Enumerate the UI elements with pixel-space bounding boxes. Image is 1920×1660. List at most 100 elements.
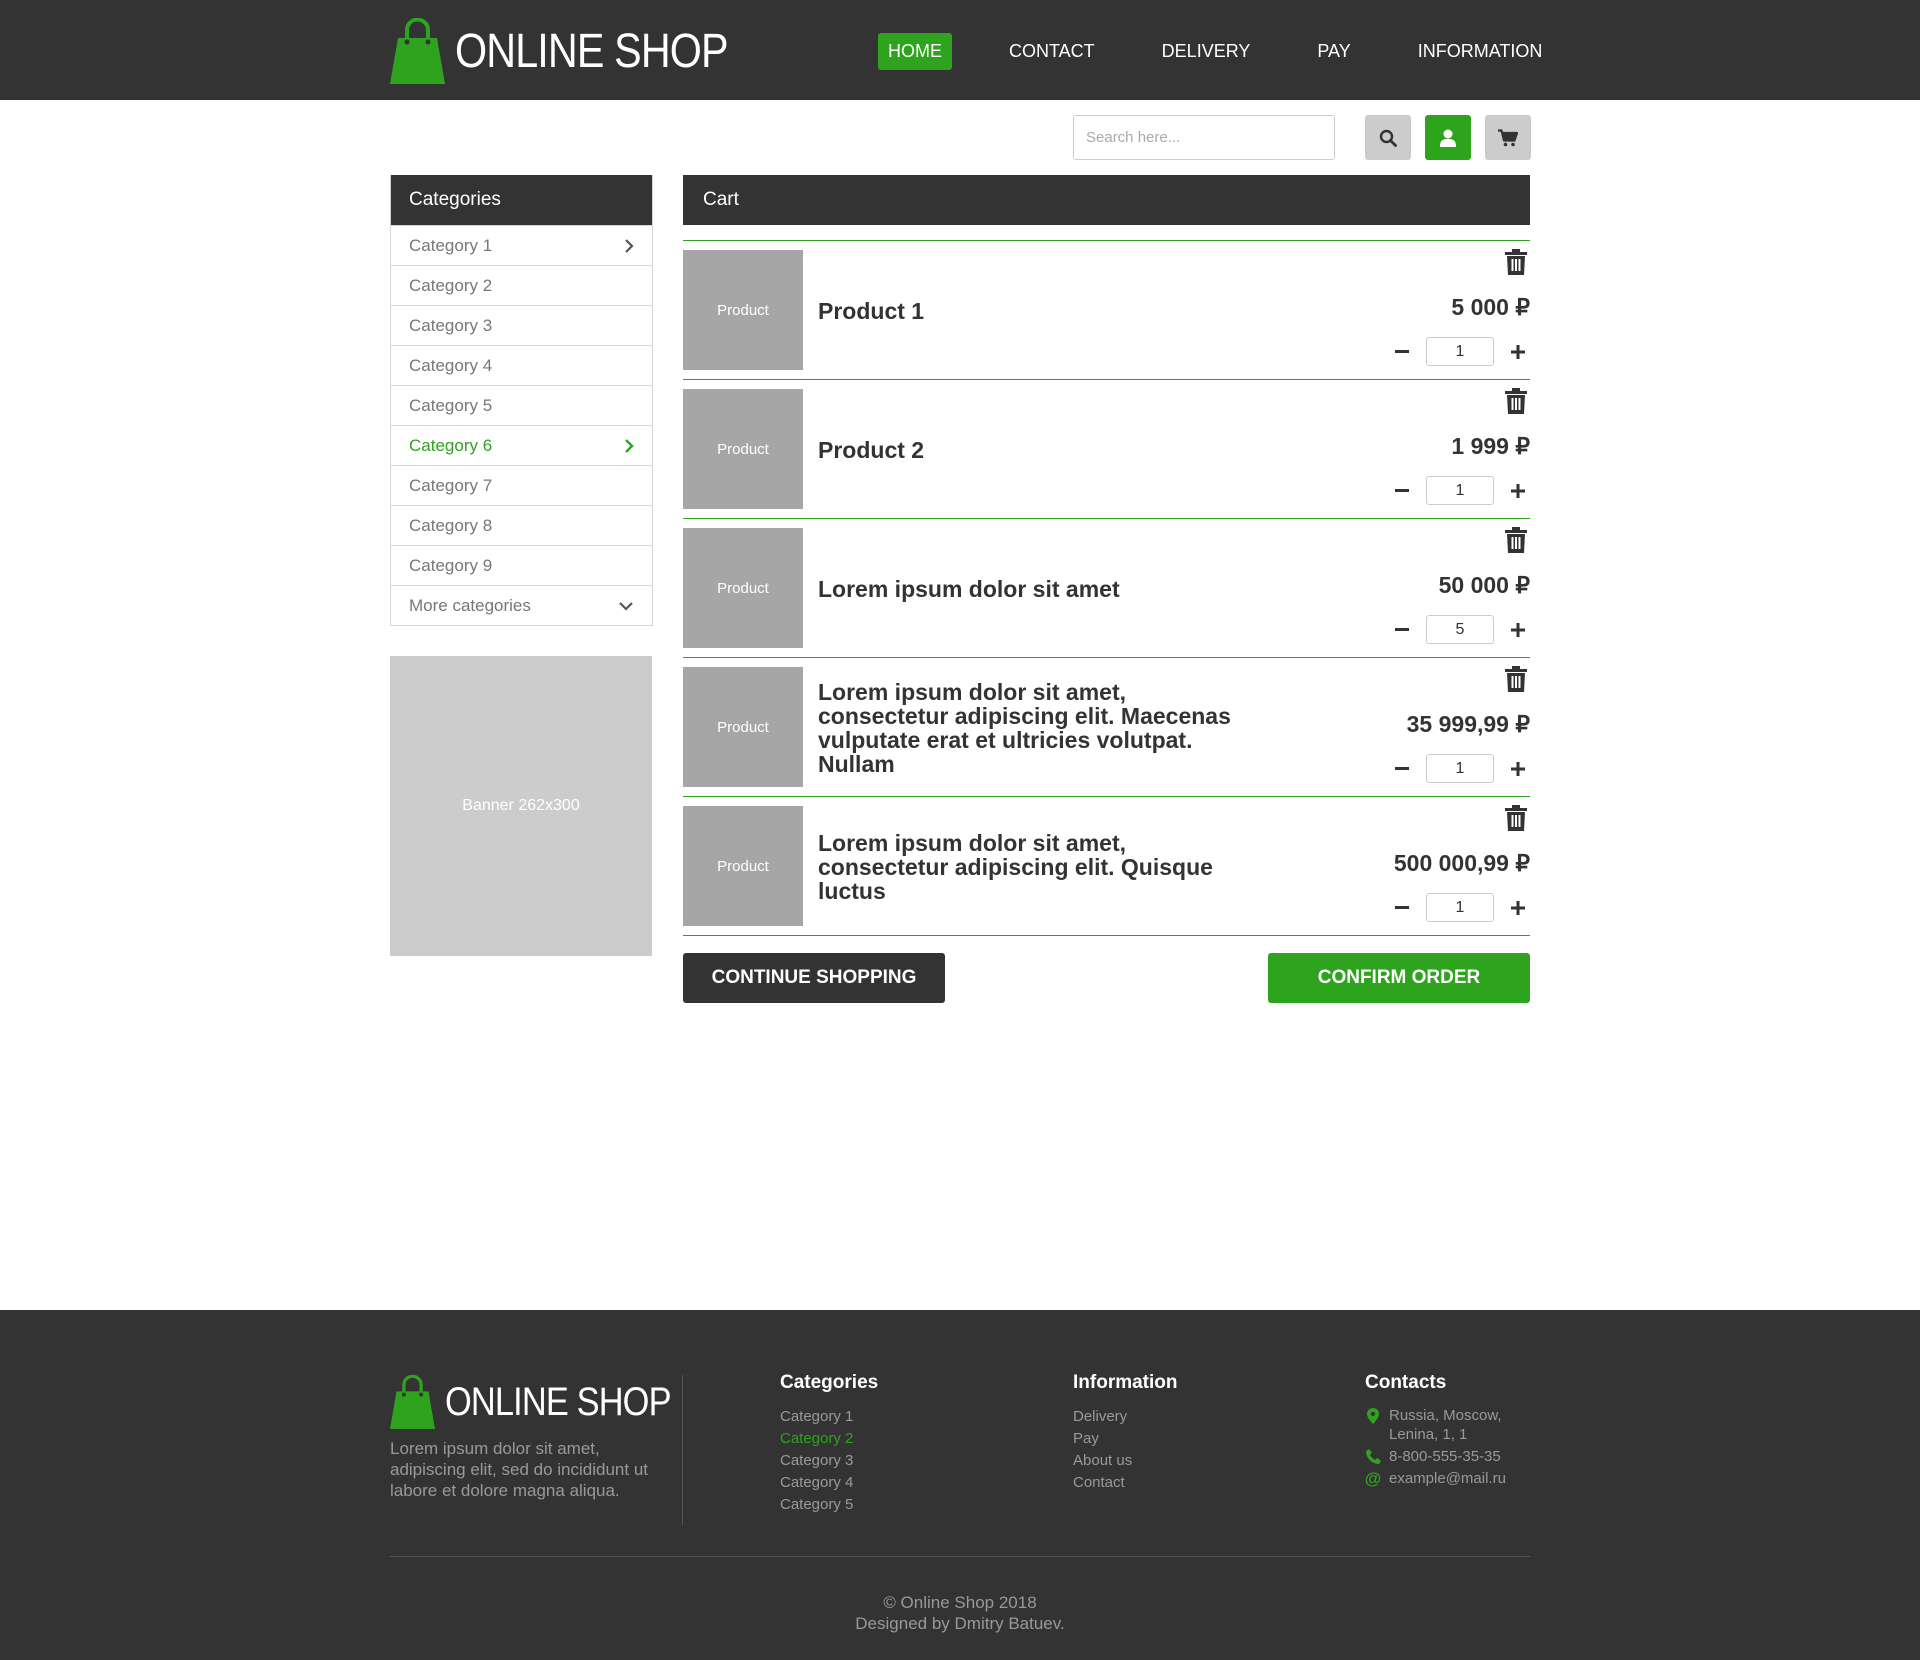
quantity-input[interactable] bbox=[1426, 476, 1494, 505]
decrease-quantity-button[interactable] bbox=[1390, 757, 1414, 781]
category-label: Category 7 bbox=[409, 475, 493, 495]
product-thumbnail[interactable]: Product bbox=[683, 528, 803, 648]
cart-item: Product Lorem ipsum dolor sit amet, cons… bbox=[683, 658, 1530, 797]
cart-item: Product Product 1 5 000 ₽ bbox=[683, 241, 1530, 380]
confirm-order-button[interactable]: CONFIRM ORDER bbox=[1268, 953, 1530, 1003]
footer-contacts-title: Contacts bbox=[1365, 1372, 1447, 1393]
plus-icon bbox=[1511, 761, 1525, 776]
shopping-bag-icon bbox=[390, 1375, 435, 1429]
more-categories[interactable]: More categories bbox=[391, 585, 652, 625]
decrease-quantity-button[interactable] bbox=[1390, 618, 1414, 642]
quantity-stepper bbox=[1390, 754, 1530, 783]
footer-category-link[interactable]: Category 5 bbox=[780, 1494, 878, 1516]
trash-icon[interactable] bbox=[1504, 249, 1528, 275]
cart-item: Product Lorem ipsum dolor sit amet 50 00… bbox=[683, 519, 1530, 658]
product-price: 1 999 ₽ bbox=[1451, 433, 1530, 459]
footer-logo[interactable]: ONLINE SHOP bbox=[390, 1375, 707, 1429]
footer-category-link[interactable]: Category 4 bbox=[780, 1472, 878, 1494]
nav-information[interactable]: INFORMATION bbox=[1408, 33, 1553, 70]
category-item[interactable]: Category 9 bbox=[391, 545, 652, 585]
quantity-input[interactable] bbox=[1426, 893, 1494, 922]
plus-icon bbox=[1511, 483, 1525, 498]
more-categories-label: More categories bbox=[409, 595, 531, 615]
cart-item: Product Product 2 1 999 ₽ bbox=[683, 380, 1530, 519]
quantity-input[interactable] bbox=[1426, 615, 1494, 644]
footer-info-link[interactable]: Pay bbox=[1073, 1428, 1178, 1450]
footer-info-link[interactable]: Contact bbox=[1073, 1472, 1178, 1494]
footer-category-link[interactable]: Category 1 bbox=[780, 1406, 878, 1428]
decrease-quantity-button[interactable] bbox=[1390, 340, 1414, 364]
banner[interactable]: Banner 262x300 bbox=[390, 656, 652, 956]
category-item[interactable]: Category 4 bbox=[391, 345, 652, 385]
product-price: 50 000 ₽ bbox=[1438, 572, 1530, 598]
user-icon bbox=[1440, 129, 1456, 147]
category-label: Category 9 bbox=[409, 555, 493, 575]
continue-shopping-button[interactable]: CONTINUE SHOPPING bbox=[683, 953, 945, 1003]
search-button[interactable] bbox=[1365, 115, 1411, 160]
category-item[interactable]: Category 5 bbox=[391, 385, 652, 425]
search-icon bbox=[1379, 129, 1397, 147]
trash-icon[interactable] bbox=[1504, 388, 1528, 414]
cart-icon bbox=[1498, 128, 1518, 146]
categories-title: Categories bbox=[391, 175, 652, 225]
nav-contact[interactable]: CONTACT bbox=[999, 33, 1105, 70]
main-nav: HOME CONTACT DELIVERY PAY INFORMATION bbox=[878, 33, 1552, 70]
cart-button[interactable] bbox=[1485, 115, 1531, 160]
product-thumbnail[interactable]: Product bbox=[683, 250, 803, 370]
contact-email[interactable]: @ example@mail.ru bbox=[1365, 1469, 1506, 1488]
category-label: Category 6 bbox=[409, 435, 493, 455]
increase-quantity-button[interactable] bbox=[1506, 757, 1530, 781]
category-item[interactable]: Category 1 bbox=[391, 225, 652, 265]
trash-icon[interactable] bbox=[1504, 805, 1528, 831]
copyright: © Online Shop 2018 Designed by Dmitry Ba… bbox=[0, 1592, 1920, 1634]
category-item[interactable]: Category 7 bbox=[391, 465, 652, 505]
increase-quantity-button[interactable] bbox=[1506, 479, 1530, 503]
increase-quantity-button[interactable] bbox=[1506, 618, 1530, 642]
quantity-input[interactable] bbox=[1426, 754, 1494, 783]
product-name[interactable]: Product 2 bbox=[818, 380, 1248, 519]
category-label: Category 2 bbox=[409, 275, 493, 295]
product-name[interactable]: Lorem ipsum dolor sit amet, consectetur … bbox=[818, 658, 1248, 797]
nav-home[interactable]: HOME bbox=[878, 33, 952, 70]
phone-icon bbox=[1365, 1449, 1381, 1464]
increase-quantity-button[interactable] bbox=[1506, 340, 1530, 364]
decrease-quantity-button[interactable] bbox=[1390, 896, 1414, 920]
increase-quantity-button[interactable] bbox=[1506, 896, 1530, 920]
footer-info-link[interactable]: Delivery bbox=[1073, 1406, 1178, 1428]
footer-category-link[interactable]: Category 3 bbox=[780, 1450, 878, 1472]
search-input[interactable] bbox=[1073, 115, 1335, 160]
address-line-2: Lenina, 1, 1 bbox=[1389, 1426, 1468, 1443]
quantity-input[interactable] bbox=[1426, 337, 1494, 366]
category-label: Category 4 bbox=[409, 355, 493, 375]
product-thumbnail[interactable]: Product bbox=[683, 806, 803, 926]
product-name[interactable]: Product 1 bbox=[818, 241, 1248, 380]
designed-by-text: Designed by Dmitry Batuev. bbox=[855, 1614, 1065, 1633]
category-item[interactable]: Category 2 bbox=[391, 265, 652, 305]
shopping-bag-icon bbox=[390, 18, 445, 84]
product-thumbnail[interactable]: Product bbox=[683, 389, 803, 509]
footer-information: Information Delivery Pay About us Contac… bbox=[1073, 1372, 1178, 1494]
footer-contacts: Contacts Russia, Moscow, Lenina, 1, 1 8-8… bbox=[1365, 1372, 1506, 1491]
logo[interactable]: ONLINE SHOP bbox=[390, 18, 772, 84]
product-thumbnail[interactable]: Product bbox=[683, 667, 803, 787]
product-name[interactable]: Lorem ipsum dolor sit amet bbox=[818, 519, 1248, 658]
product-name[interactable]: Lorem ipsum dolor sit amet, consectetur … bbox=[818, 797, 1248, 936]
nav-pay[interactable]: PAY bbox=[1307, 33, 1360, 70]
trash-icon[interactable] bbox=[1504, 666, 1528, 692]
account-button[interactable] bbox=[1425, 115, 1471, 160]
footer-info-link[interactable]: About us bbox=[1073, 1450, 1178, 1472]
address-line-1: Russia, Moscow, bbox=[1389, 1407, 1502, 1424]
footer-category-link[interactable]: Category 2 bbox=[780, 1428, 878, 1450]
category-label: Category 8 bbox=[409, 515, 493, 535]
minus-icon bbox=[1395, 349, 1409, 353]
quantity-stepper bbox=[1390, 615, 1530, 644]
categories-panel: Categories Category 1 Category 2 Categor… bbox=[390, 175, 653, 626]
nav-delivery[interactable]: DELIVERY bbox=[1152, 33, 1261, 70]
category-item[interactable]: Category 8 bbox=[391, 505, 652, 545]
category-item[interactable]: Category 3 bbox=[391, 305, 652, 345]
category-item-active[interactable]: Category 6 bbox=[391, 425, 652, 465]
chevron-down-icon bbox=[619, 601, 633, 611]
contact-phone[interactable]: 8-800-555-35-35 bbox=[1365, 1447, 1506, 1466]
decrease-quantity-button[interactable] bbox=[1390, 479, 1414, 503]
trash-icon[interactable] bbox=[1504, 527, 1528, 553]
